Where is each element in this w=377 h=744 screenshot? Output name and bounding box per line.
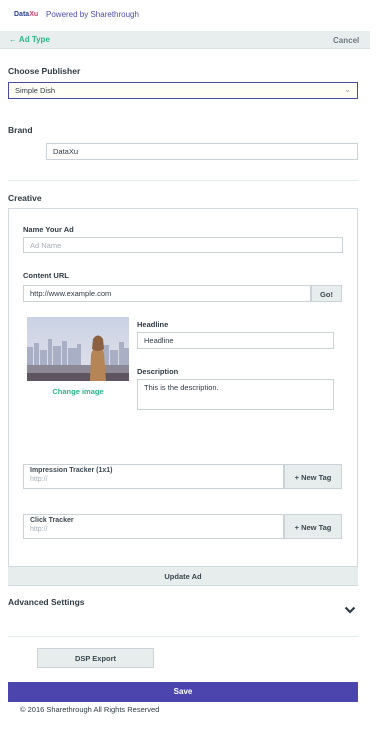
impression-tracker-placeholder: http:// <box>30 476 48 483</box>
click-tracker-label: Click Tracker <box>30 517 74 524</box>
section-divider <box>8 180 358 181</box>
content-url-input[interactable]: http://www.example.com <box>23 285 311 302</box>
impression-tracker-field[interactable]: Impression Tracker (1x1) http:// <box>23 464 284 489</box>
chevron-down-icon[interactable] <box>344 605 356 615</box>
publisher-selected-value: Simple Dish <box>15 86 56 95</box>
section-divider <box>8 636 358 637</box>
ad-image-thumbnail <box>27 317 129 381</box>
description-textarea[interactable]: This is the description. <box>137 379 334 410</box>
click-tracker-placeholder: http:// <box>30 526 48 533</box>
cancel-link[interactable]: Cancel <box>333 36 359 45</box>
brand-label: Brand <box>8 125 33 135</box>
change-image-link[interactable]: Change image <box>27 387 129 396</box>
choose-publisher-label: Choose Publisher <box>8 66 81 76</box>
top-bar <box>0 31 370 49</box>
description-label: Description <box>137 367 179 376</box>
dataxu-logo: DataXu <box>14 11 39 18</box>
content-url-label: Content URL <box>23 271 69 280</box>
back-to-ad-type-link[interactable]: ← Ad Type <box>9 35 50 44</box>
brand-input[interactable]: DataXu <box>46 143 358 160</box>
save-button[interactable]: Save <box>8 682 358 702</box>
go-button[interactable]: Go! <box>311 285 342 302</box>
chevron-down-icon: ⌄ <box>344 85 351 94</box>
creative-label: Creative <box>8 193 42 203</box>
dsp-export-button[interactable]: DSP Export <box>37 648 154 668</box>
new-click-tag-button[interactable]: + New Tag <box>284 514 342 539</box>
new-impression-tag-button[interactable]: + New Tag <box>284 464 342 489</box>
powered-by-text: Powered by Sharethrough <box>46 10 139 19</box>
click-tracker-field[interactable]: Click Tracker http:// <box>23 514 284 539</box>
headline-input[interactable]: Headline <box>137 332 334 349</box>
ad-name-input[interactable]: Ad Name <box>23 237 343 253</box>
update-ad-button[interactable]: Update Ad <box>8 566 358 585</box>
footer-copyright: © 2016 Sharethrough All Rights Reserved <box>20 705 160 714</box>
advanced-settings-label[interactable]: Advanced Settings <box>8 597 85 607</box>
publisher-select[interactable]: Simple Dish ⌄ <box>8 82 358 99</box>
impression-tracker-label: Impression Tracker (1x1) <box>30 467 113 474</box>
ad-name-label: Name Your Ad <box>23 225 74 234</box>
headline-label: Headline <box>137 320 169 329</box>
